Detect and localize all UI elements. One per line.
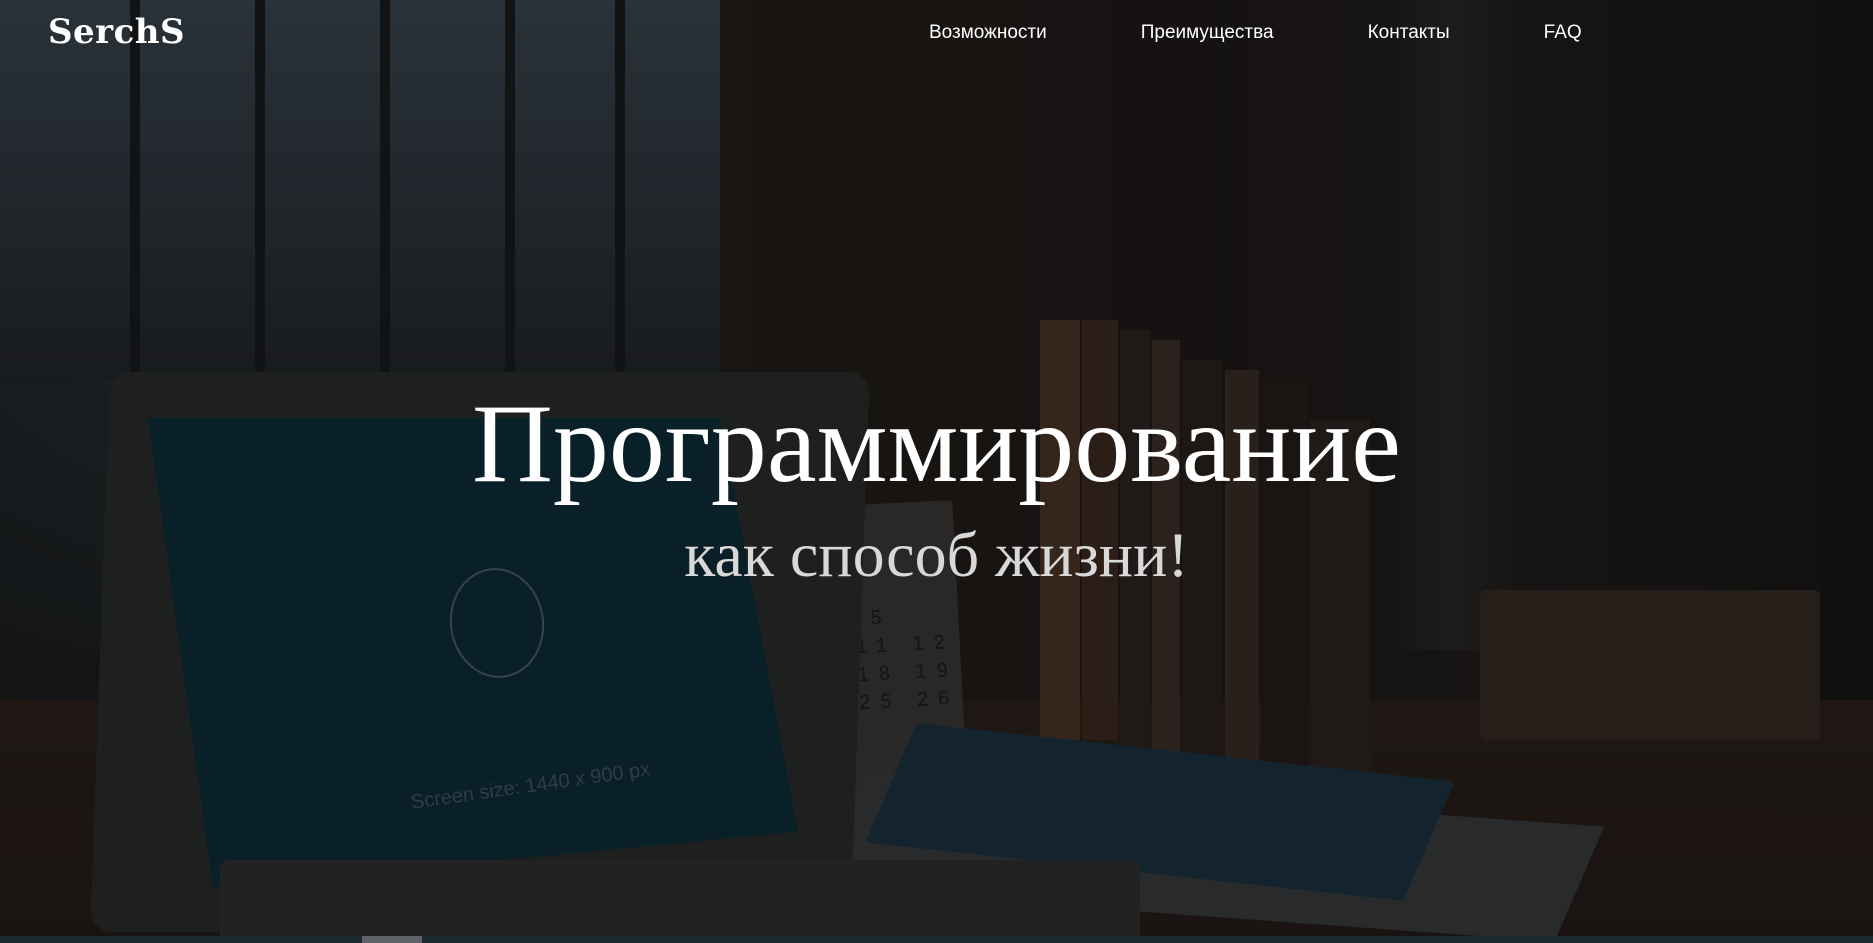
nav-contacts[interactable]: Контакты bbox=[1368, 22, 1450, 44]
nav-advantages[interactable]: Преимущества bbox=[1141, 22, 1274, 44]
scrollbar-thumb[interactable] bbox=[362, 936, 422, 943]
nav-features[interactable]: Возможности bbox=[929, 22, 1047, 44]
main-nav: Возможности Преимущества Контакты FAQ bbox=[929, 22, 1582, 44]
nav-faq[interactable]: FAQ bbox=[1544, 22, 1582, 44]
hero-title: Программирование bbox=[472, 382, 1401, 506]
horizontal-scrollbar[interactable] bbox=[0, 936, 1873, 943]
brand-logo[interactable]: SerchS bbox=[48, 12, 185, 52]
hero-subtitle: как способ жизни! bbox=[684, 519, 1189, 590]
